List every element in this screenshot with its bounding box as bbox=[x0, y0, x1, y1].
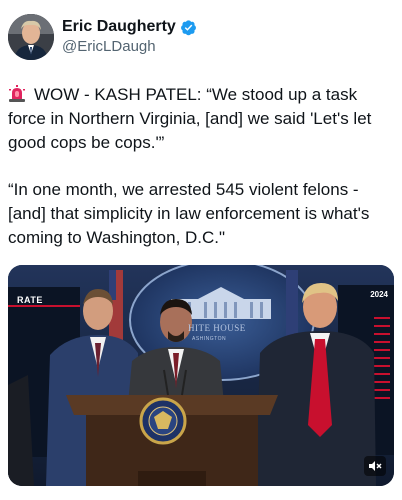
screen-right-text: 2024 bbox=[370, 290, 388, 299]
siren-icon bbox=[8, 85, 26, 103]
user-handle[interactable]: @EricLDaugh bbox=[62, 37, 197, 57]
post-header: Eric Daugherty @EricLDaugh bbox=[8, 14, 197, 60]
post-text-1: WOW - KASH PATEL: “We stood up a task fo… bbox=[8, 85, 372, 152]
post-paragraph-2: “In one month, we arrested 545 violent f… bbox=[8, 180, 370, 247]
muted-speaker-icon bbox=[368, 460, 382, 472]
video-frame bbox=[8, 265, 394, 486]
avatar[interactable] bbox=[8, 14, 54, 60]
video-player[interactable]: RATE 2024 HITE HOUSE ASHINGTON bbox=[8, 265, 394, 486]
tweet: Eric Daugherty @EricLDaugh WOW - KASH PA… bbox=[0, 0, 402, 500]
backdrop-text-1: HITE HOUSE bbox=[188, 323, 246, 333]
screen-left-text: RATE bbox=[17, 295, 43, 305]
display-name[interactable]: Eric Daugherty bbox=[62, 17, 176, 37]
backdrop-text-2: ASHINGTON bbox=[192, 336, 227, 342]
mute-button[interactable] bbox=[364, 456, 386, 476]
post-paragraph-1: WOW - KASH PATEL: “We stood up a task fo… bbox=[8, 83, 392, 155]
verified-badge-icon bbox=[180, 19, 197, 36]
